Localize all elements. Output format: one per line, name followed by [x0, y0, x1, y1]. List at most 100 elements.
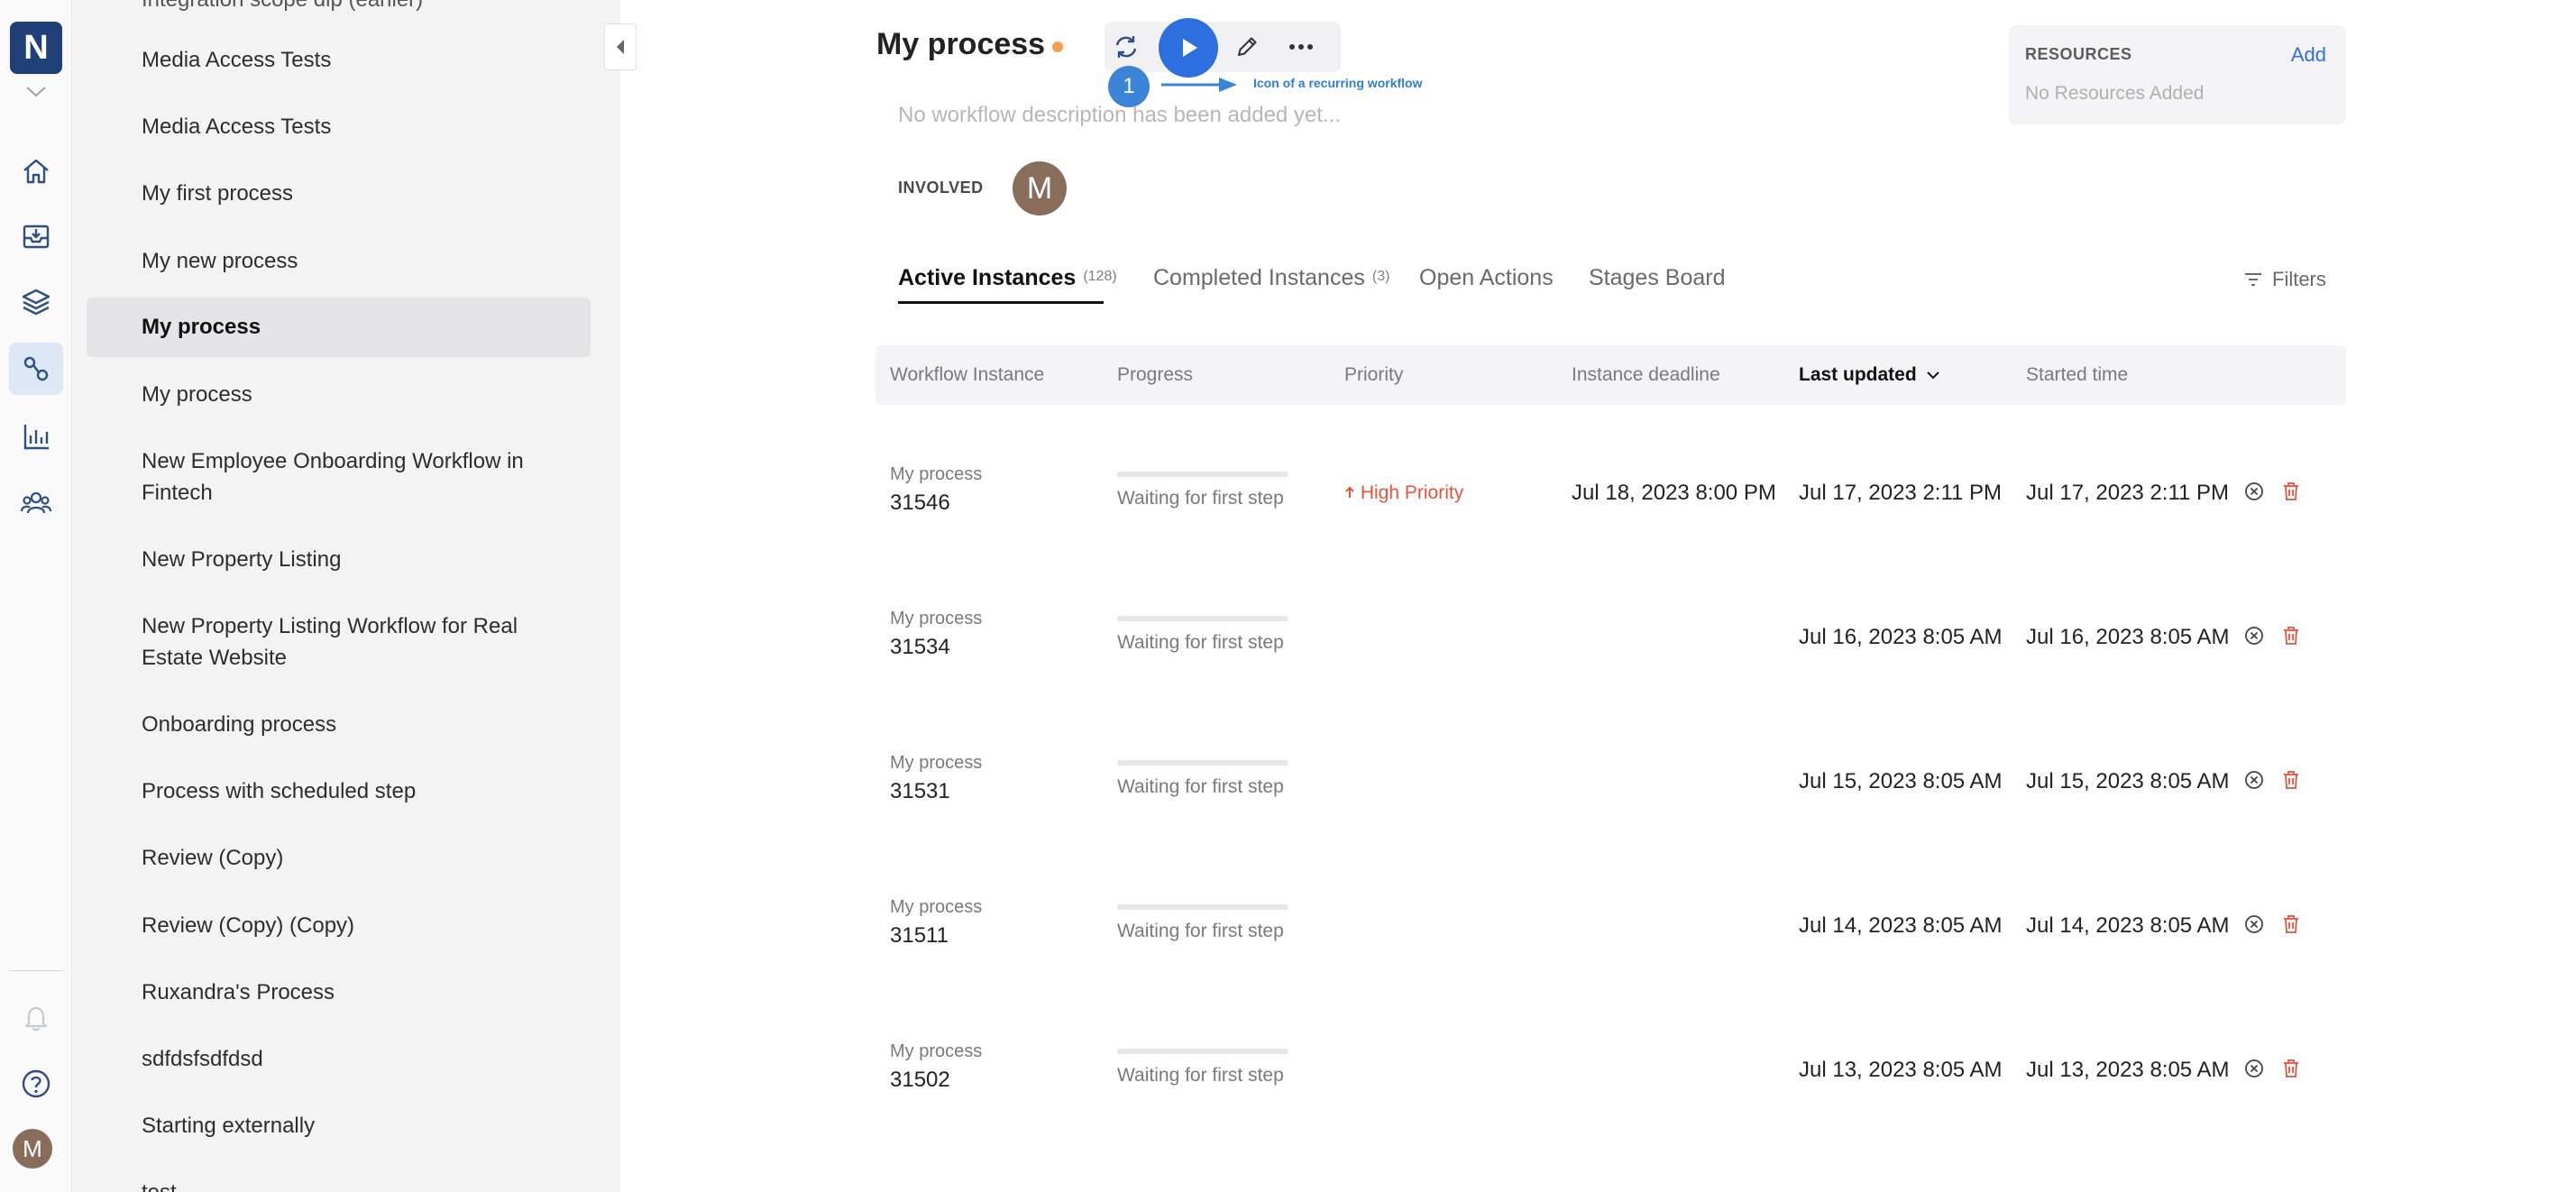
filters-label: Filters: [2272, 268, 2326, 290]
involved-label: INVOLVED: [898, 179, 984, 197]
list-item[interactable]: Review (Copy) (Copy): [87, 910, 591, 941]
instance-id: 31502: [890, 1068, 950, 1092]
team-icon[interactable]: [16, 483, 56, 523]
list-item[interactable]: New Property Listing: [87, 544, 591, 575]
column-header[interactable]: Workflow Instance: [890, 364, 1044, 386]
progress-text: Waiting for first step: [1117, 632, 1284, 653]
icon-rail: N M: [0, 0, 72, 1192]
filter-icon: [2245, 273, 2261, 286]
instance-name: My process 31531: [890, 753, 982, 804]
delete-icon[interactable]: [2278, 1056, 2304, 1081]
progress-bar: [1117, 472, 1288, 477]
tab-completed-instances[interactable]: Completed Instances (3): [1153, 265, 1389, 291]
cancel-instance-icon[interactable]: [2241, 1056, 2267, 1081]
column-header[interactable]: Started time: [2026, 364, 2128, 386]
list-item[interactable]: Review (Copy): [87, 842, 591, 874]
tab-open-actions[interactable]: Open Actions: [1419, 265, 1554, 291]
list-item[interactable]: Onboarding process: [87, 709, 591, 740]
delete-icon[interactable]: [2278, 623, 2304, 648]
instance-workflow: My process: [890, 464, 983, 484]
workflow-description[interactable]: No workflow description has been added y…: [898, 103, 1341, 128]
progress-bar: [1117, 616, 1288, 621]
delete-icon[interactable]: [2278, 767, 2304, 793]
list-item[interactable]: test: [87, 1177, 591, 1192]
list-item[interactable]: New Property Listing Workflow for Real E…: [87, 610, 591, 674]
list-item[interactable]: Starting externally: [87, 1110, 591, 1142]
column-header[interactable]: Progress: [1117, 364, 1193, 386]
app-logo[interactable]: N: [10, 22, 62, 74]
list-item-selected[interactable]: My process: [87, 298, 591, 357]
instance-name: My process 31502: [890, 1041, 982, 1093]
layers-icon[interactable]: [16, 281, 56, 321]
started-time-cell: Jul 15, 2023 8:05 AM: [2026, 769, 2230, 793]
delete-icon[interactable]: [2278, 479, 2304, 504]
involved-avatar[interactable]: M: [1013, 161, 1067, 215]
recurring-workflow-icon[interactable]: [1108, 29, 1144, 65]
home-icon[interactable]: [16, 151, 56, 191]
instance-id: 31534: [890, 635, 950, 659]
list-item[interactable]: My process: [87, 379, 591, 410]
instance-name: My process 31546: [890, 464, 982, 516]
list-item[interactable]: My first process: [87, 178, 591, 209]
list-item[interactable]: Ruxandra's Process: [87, 977, 591, 1008]
help-icon[interactable]: [16, 1064, 56, 1104]
column-header[interactable]: Instance deadline: [1572, 364, 1720, 386]
started-time-cell: Jul 17, 2023 2:11 PM: [2026, 481, 2230, 505]
list-item[interactable]: Process with scheduled step: [87, 775, 591, 807]
table-row[interactable]: My process 31534 Waiting for first step …: [875, 591, 2346, 735]
instance-workflow: My process: [890, 609, 983, 628]
last-updated-cell: Jul 17, 2023 2:11 PM: [1799, 481, 2003, 505]
progress-bar: [1117, 1049, 1288, 1054]
callout-badge: 1: [1108, 66, 1150, 107]
cancel-instance-icon[interactable]: [2241, 767, 2267, 793]
bell-icon[interactable]: [16, 997, 56, 1037]
deadline-cell: Jul 18, 2023 8:00 PM: [1572, 481, 1776, 505]
delete-icon[interactable]: [2278, 912, 2304, 937]
run-workflow-button[interactable]: [1159, 18, 1218, 78]
callout-text: Icon of a recurring workflow: [1253, 76, 1423, 90]
list-item[interactable]: New Employee Onboarding Workflow in Fint…: [87, 445, 591, 509]
list-item[interactable]: My new process: [87, 245, 591, 277]
table-header: Workflow Instance Progress Priority Inst…: [875, 345, 2346, 405]
tab-stages-board[interactable]: Stages Board: [1589, 265, 1726, 291]
resources-title: RESOURCES: [2025, 45, 2132, 63]
workflows-icon[interactable]: [9, 343, 63, 395]
tab-label: Stages Board: [1589, 265, 1726, 290]
tab-active-instances[interactable]: Active Instances (128): [898, 265, 1117, 291]
list-item[interactable]: Integration scope dip (earlier): [87, 0, 591, 15]
main-content: My process 1 Icon of a recurring workflo…: [620, 0, 2576, 1192]
instance-name: My process 31534: [890, 609, 982, 660]
tab-label: Active Instances: [898, 265, 1077, 290]
cancel-instance-icon[interactable]: [2241, 479, 2267, 504]
started-time-cell: Jul 13, 2023 8:05 AM: [2026, 1058, 2230, 1082]
user-avatar[interactable]: M: [13, 1129, 52, 1169]
instance-name: My process 31511: [890, 897, 982, 949]
column-header-sorted[interactable]: Last updated: [1799, 364, 1940, 386]
analytics-icon[interactable]: [16, 417, 56, 456]
table-row[interactable]: My process 31511 Waiting for first step …: [875, 879, 2346, 1023]
table-row[interactable]: My process 31546 Waiting for first step …: [875, 446, 2346, 591]
arrow-up-icon: [1345, 486, 1354, 498]
tab-count: (128): [1083, 269, 1117, 284]
list-item[interactable]: sdfdsfsdfdsd: [87, 1043, 591, 1075]
status-dot: [1052, 41, 1063, 52]
progress-text: Waiting for first step: [1117, 921, 1284, 941]
edit-icon[interactable]: [1229, 29, 1265, 65]
table-row[interactable]: My process 31531 Waiting for first step …: [875, 735, 2346, 879]
list-item[interactable]: Media Access Tests: [87, 111, 591, 142]
cancel-instance-icon[interactable]: [2241, 623, 2267, 648]
column-header-label: Last updated: [1799, 364, 1917, 385]
more-options-icon[interactable]: [1283, 29, 1319, 65]
table-row[interactable]: My process 31502 Waiting for first step …: [875, 1023, 2346, 1168]
last-updated-cell: Jul 14, 2023 8:05 AM: [1799, 913, 2003, 938]
filters-button[interactable]: Filters: [2243, 268, 2326, 291]
progress-text: Waiting for first step: [1117, 488, 1284, 509]
callout-arrow-icon: [1161, 78, 1237, 92]
list-item[interactable]: Media Access Tests: [87, 44, 591, 76]
add-resource-button[interactable]: Add: [2291, 43, 2326, 67]
column-header[interactable]: Priority: [1344, 364, 1403, 386]
inbox-icon[interactable]: [16, 216, 56, 256]
instance-id: 31511: [890, 923, 949, 948]
chevron-down-icon[interactable]: [23, 83, 49, 101]
cancel-instance-icon[interactable]: [2241, 912, 2267, 937]
